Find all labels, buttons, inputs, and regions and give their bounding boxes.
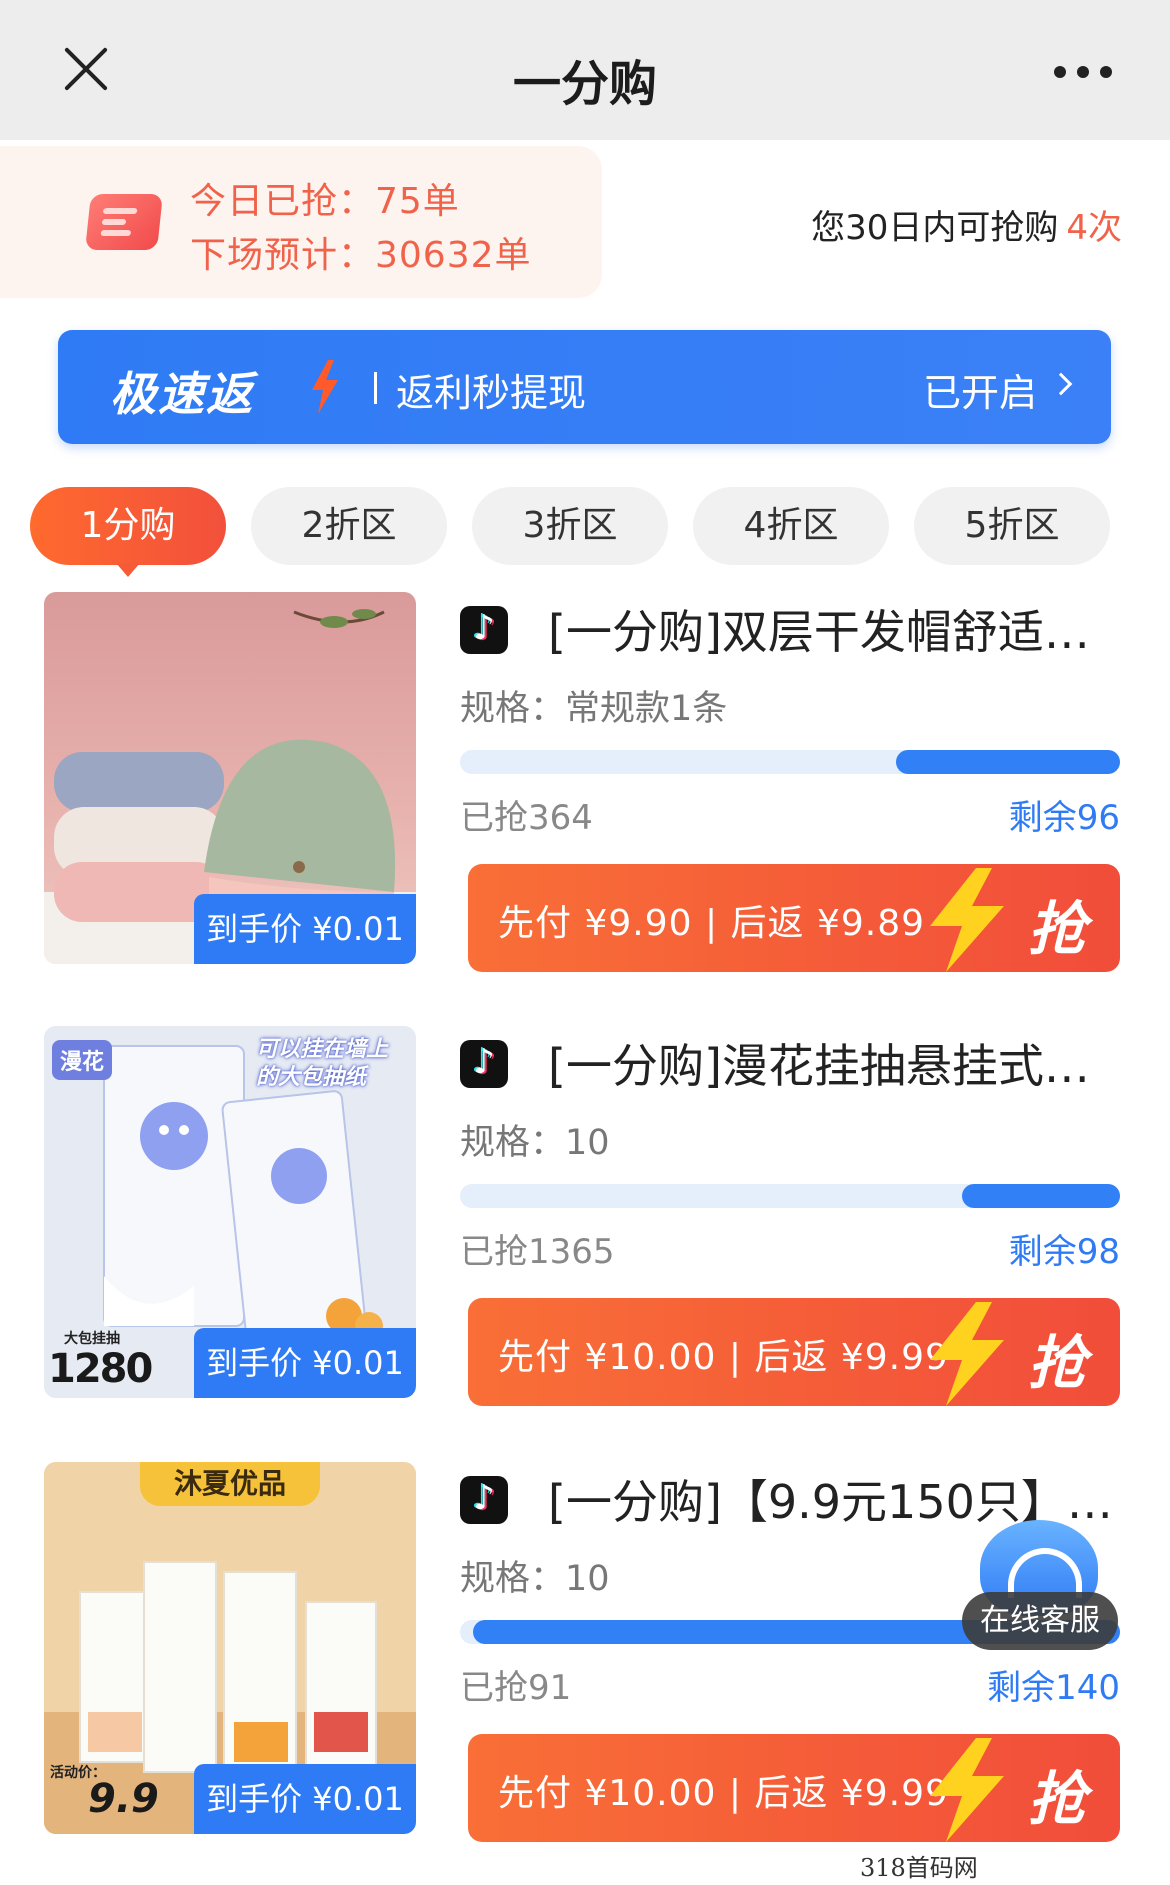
thumb-brand-badge: 漫花 — [52, 1040, 113, 1080]
product-spec: 规格：10 — [460, 1123, 610, 1163]
grab-button[interactable]: 先付 ¥10.00 | 后返 ¥9.99 抢 — [468, 1298, 1120, 1406]
remaining-count: 剩余140 — [987, 1668, 1120, 1708]
grab-button-label: 抢 — [1027, 1765, 1086, 1833]
thumb-price-badge-value: 9.9 — [88, 1776, 159, 1822]
fast-rebate-banner[interactable]: 极速返 返利秒提现 已开启 — [58, 330, 1111, 444]
product-title[interactable]: [一分购]漫花挂抽悬挂式… — [548, 1030, 1122, 1096]
tab-4zhe[interactable]: 4折区 — [693, 487, 889, 565]
stock-progress-track — [460, 1184, 1120, 1208]
tiktok-icon — [460, 1040, 508, 1088]
product-title[interactable]: [一分购]双层干发帽舒适… — [548, 596, 1122, 662]
orders-icon — [85, 194, 163, 250]
stock-progress-fill — [961, 1184, 1120, 1208]
sold-count: 已抢91 — [460, 1668, 572, 1708]
grab-button-price: 先付 ¥10.00 | 后返 ¥9.99 — [498, 1337, 949, 1378]
thumb-price-tag: 到手价 ¥0.01 — [194, 1764, 416, 1834]
grab-button[interactable]: 先付 ¥10.00 | 后返 ¥9.99 抢 — [468, 1734, 1120, 1842]
tab-2zhe[interactable]: 2折区 — [251, 487, 447, 565]
more-options-icon[interactable] — [1054, 66, 1112, 78]
customer-service-label: 在线客服 — [962, 1592, 1118, 1650]
remaining-count: 剩余98 — [1008, 1232, 1120, 1272]
lightning-icon — [312, 360, 338, 414]
product-card[interactable]: 漫花 可以挂在墙上的大包抽纸 大包挂抽 1280 到手价 ¥0.01 [一分购]… — [0, 1026, 1170, 1406]
grab-button-label: 抢 — [1027, 895, 1086, 963]
customer-service-button[interactable]: 在线客服 — [962, 1520, 1118, 1652]
category-tabs: 1分购 2折区 3折区 4折区 5折区 — [30, 487, 1130, 577]
thumb-price-tag: 到手价 ¥0.01 — [194, 894, 416, 964]
thumb-price-tag: 到手价 ¥0.01 — [194, 1328, 416, 1398]
sold-count: 已抢1365 — [460, 1232, 615, 1272]
fast-rebate-status: 已开启 — [922, 371, 1037, 415]
stock-progress-fill — [895, 750, 1120, 774]
banner-divider — [374, 372, 377, 404]
remaining-count: 剩余96 — [1008, 798, 1120, 838]
tiktok-icon — [460, 606, 508, 654]
fast-rebate-brand: 极速返 — [110, 367, 254, 421]
fast-rebate-subtitle: 返利秒提现 — [396, 371, 587, 415]
quota-count: 4次 — [1066, 208, 1122, 248]
tiktok-icon — [460, 1476, 508, 1524]
thumb-pack-count: 1280 — [48, 1346, 153, 1392]
sold-count: 已抢364 — [460, 798, 593, 838]
chevron-right-icon — [1049, 372, 1073, 396]
page-title: 一分购 — [512, 56, 657, 112]
grab-button-price: 先付 ¥9.90 | 后返 ¥9.89 — [498, 903, 926, 944]
product-spec: 规格：常规款1条 — [460, 689, 728, 729]
lightning-icon — [930, 1302, 1004, 1406]
grab-button[interactable]: 先付 ¥9.90 | 后返 ¥9.89 抢 — [468, 864, 1120, 972]
thumb-brand-banner: 沐夏优品 — [140, 1462, 320, 1506]
quota-prefix: 您30日内可抢购 — [811, 208, 1059, 248]
product-image[interactable]: 到手价 ¥0.01 — [44, 592, 416, 964]
product-image[interactable]: 沐夏优品 活动价： 9.9 到手价 ¥0.01 — [44, 1462, 416, 1834]
next-session-text: 下场预计：30632单 — [190, 235, 532, 276]
tab-5zhe[interactable]: 5折区 — [914, 487, 1110, 565]
grabbed-today-text: 今日已抢：75单 — [190, 181, 460, 222]
tab-1fen[interactable]: 1分购 — [30, 487, 226, 577]
grab-button-label: 抢 — [1027, 1329, 1086, 1397]
top-bar: 一分购 — [0, 0, 1170, 140]
product-image[interactable]: 漫花 可以挂在墙上的大包抽纸 大包挂抽 1280 到手价 ¥0.01 — [44, 1026, 416, 1398]
page: 一分购 今日已抢：75单 下场预计：30632单 您30日内可抢购 4次 极速返 … — [0, 0, 1170, 1885]
thumb-pack-label: 大包挂抽 — [64, 1331, 120, 1347]
stock-progress-track — [460, 750, 1120, 774]
lightning-icon — [930, 868, 1004, 972]
lightning-icon — [930, 1738, 1004, 1842]
grab-button-price: 先付 ¥10.00 | 后返 ¥9.99 — [498, 1773, 949, 1814]
product-card[interactable]: 到手价 ¥0.01 [一分购]双层干发帽舒适… 规格：常规款1条 已抢364 剩… — [0, 592, 1170, 972]
watermark: 318首码网 www.e318.com — [856, 1848, 1170, 1885]
product-spec: 规格：10 — [460, 1559, 610, 1599]
thumb-slogan: 可以挂在墙上的大包抽纸 — [256, 1037, 389, 1090]
product-card[interactable]: 沐夏优品 活动价： 9.9 到手价 ¥0.01 [一分购]【9.9元150只】…… — [0, 1462, 1170, 1842]
tab-3zhe[interactable]: 3折区 — [472, 487, 668, 565]
quota-text: 您30日内可抢购 4次 — [811, 200, 1122, 249]
stats-card: 今日已抢：75单 下场预计：30632单 — [0, 146, 602, 298]
